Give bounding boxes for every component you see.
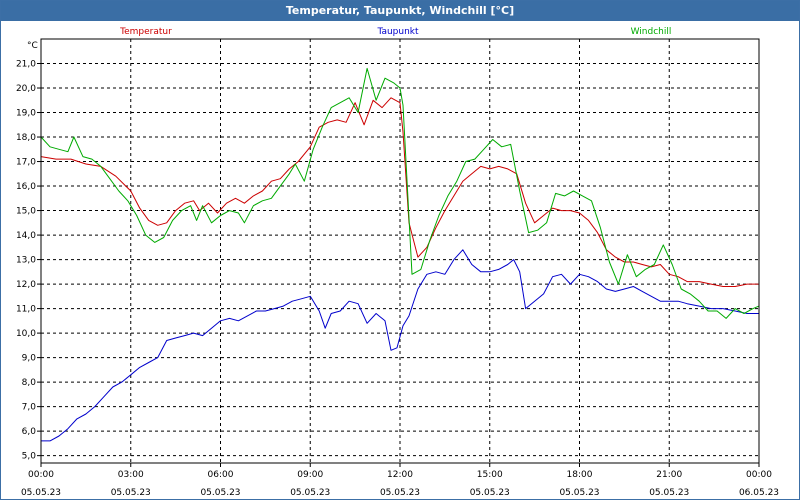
x-tick-date: 06.05.23 [739,488,779,498]
x-tick-date: 05.05.23 [290,488,330,498]
x-tick-time: 12:00 [387,470,413,480]
window-title: Temperatur, Taupunkt, Windchill [°C] [1,1,799,21]
chart-svg: 5,0 6,0 7,0 8,0 9,0 10,0 11,0 12,0 13,0 14,0 15,0 1… [16,27,779,498]
y-axis-label: °C [27,41,38,51]
x-tick-date: 05.05.23 [21,488,61,498]
chart-window: Temperatur, Taupunkt, Windchill [°C] 5,0… [0,0,800,500]
y-tick-label: 18,0 [16,133,36,143]
x-tick-time: 09:00 [297,470,323,480]
x-tick-time: 00:00 [28,470,54,480]
y-tick-label: 11,0 [16,305,36,315]
legend-label-taupunkt: Taupunkt [376,27,419,37]
y-tick-label: 15,0 [16,207,36,217]
x-tick-date: 05.05.23 [470,488,510,498]
y-tick-label: 7,0 [22,403,37,413]
y-tick-label: 16,0 [16,182,36,192]
series-line-temperatur [40,97,759,287]
x-tick-time: 06:00 [208,470,234,480]
y-tick-label: 8,0 [22,378,37,388]
x-tick-date: 05.05.23 [111,488,151,498]
x-tick-date: 05.05.23 [380,488,420,498]
legend: Temperatur Taupunkt Windchill [119,27,671,37]
x-tick-time: 00:00 [746,470,772,480]
y-tick-label: 17,0 [16,158,36,168]
y-tick-label: 10,0 [16,329,36,339]
y-tick-label: 13,0 [16,256,36,266]
y-tick-label: 12,0 [16,280,36,290]
legend-label-windchill: Windchill [631,27,672,37]
y-tick-label: 19,0 [16,109,36,119]
y-tick-label: 6,0 [22,427,37,437]
x-tick-time: 18:00 [567,470,593,480]
x-tick-time: 03:00 [118,470,144,480]
legend-label-temperatur: Temperatur [119,27,172,37]
x-tick-date: 05.05.23 [200,488,240,498]
x-tick-time: 15:00 [477,470,503,480]
y-tick-label: 21,0 [16,60,36,70]
y-tick-label: 20,0 [16,84,36,94]
x-tick-date: 05.05.23 [649,488,689,498]
x-tick-date: 05.05.23 [559,488,599,498]
y-tick-label: 9,0 [22,354,37,364]
plot-frame [37,38,760,467]
y-tick-label: 5,0 [22,452,37,462]
y-tick-label: 14,0 [16,231,36,241]
x-tick-time: 21:00 [656,470,682,480]
